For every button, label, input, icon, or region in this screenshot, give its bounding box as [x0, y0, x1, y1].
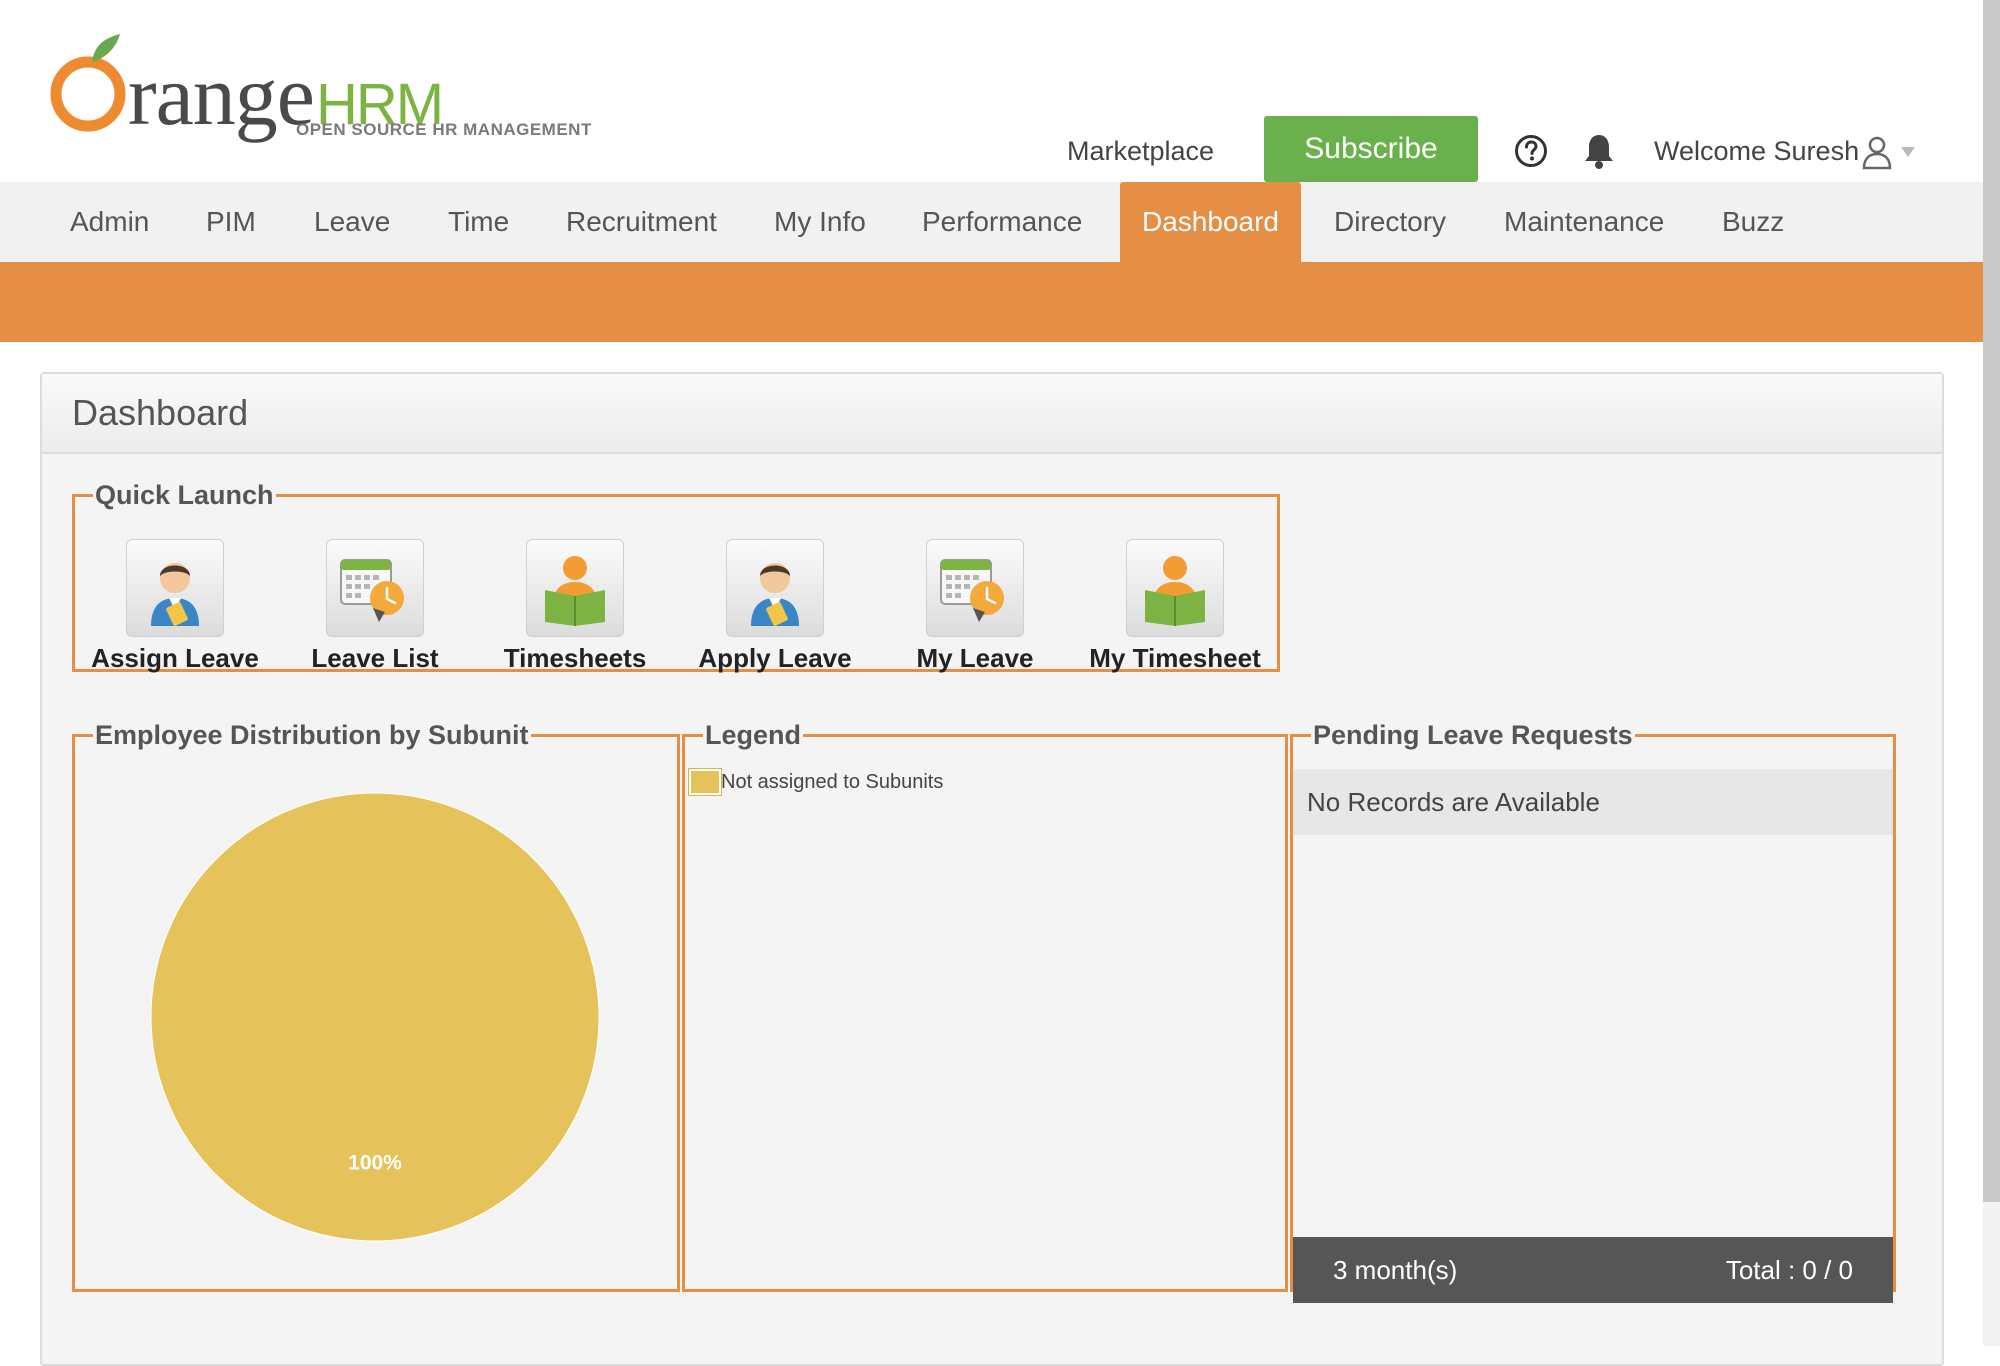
quick-launch-label: My Leave: [916, 643, 1034, 673]
pending-leave-panel: Pending Leave Requests No Records are Av…: [1290, 720, 1896, 1303]
menu-pim[interactable]: PIM: [184, 182, 278, 262]
person-assign-icon: [751, 563, 799, 626]
quick-launch-label: Timesheets: [503, 643, 647, 673]
menu-time[interactable]: Time: [426, 182, 531, 262]
quick-launch-apply-leave[interactable]: Apply Leave: [675, 539, 875, 674]
employee-distribution-panel: Employee Distribution by Subunit 100%: [72, 720, 680, 1292]
person-assign-icon: [151, 563, 199, 626]
employee-distribution-title: Employee Distribution by Subunit: [95, 720, 529, 750]
top-links: Marketplace Subscribe Welcome Suresh: [0, 116, 1983, 184]
page-title: Dashboard: [72, 392, 249, 433]
legend-panel: Legend Not assigned to Subunits: [682, 720, 1288, 1292]
subscribe-button[interactable]: Subscribe: [1264, 116, 1478, 182]
quick-launch-tile[interactable]: [1126, 539, 1224, 637]
quick-launch-leave-list[interactable]: Leave List: [275, 539, 475, 674]
menu-maintenance[interactable]: Maintenance: [1482, 182, 1686, 262]
pending-total: Total : 0 / 0: [1725, 1255, 1853, 1285]
legend-item-label: Not assigned to Subunits: [721, 771, 944, 793]
person-timesheet-icon: [545, 556, 605, 626]
pie-chart[interactable]: 100%: [149, 791, 601, 1243]
quick-launch-tile[interactable]: [526, 539, 624, 637]
legend-title: Legend: [705, 720, 802, 750]
bell-icon[interactable]: [1582, 132, 1616, 170]
scrollbar-thumb[interactable]: [1983, 0, 2000, 1202]
quick-launch-label: Leave List: [311, 643, 439, 673]
menu-recruitment[interactable]: Recruitment: [544, 182, 739, 262]
pending-period: 3 month(s): [1333, 1255, 1458, 1285]
menu-leave[interactable]: Leave: [292, 182, 412, 262]
menu-my-info[interactable]: My Info: [752, 182, 888, 262]
quick-launch-label: My Timesheet: [1089, 643, 1261, 673]
person-timesheet-icon: [1145, 556, 1205, 626]
menu-buzz[interactable]: Buzz: [1700, 182, 1806, 262]
marketplace-link[interactable]: Marketplace: [1067, 136, 1214, 167]
calendar-clock-icon: [340, 559, 404, 622]
welcome-user[interactable]: Welcome Suresh: [1654, 136, 1859, 167]
quick-launch-my-timesheet[interactable]: My Timesheet: [1075, 539, 1275, 674]
quick-launch-label: Assign Leave: [91, 643, 259, 673]
quick-launch-title: Quick Launch: [95, 480, 274, 510]
quick-launch-assign-leave[interactable]: Assign Leave: [75, 539, 275, 674]
quick-launch-timesheets[interactable]: Timesheets: [475, 539, 675, 674]
pending-leave-footer: 3 month(s) Total : 0 / 0: [1293, 1237, 1893, 1303]
quick-launch-tile[interactable]: [126, 539, 224, 637]
no-records-message: No Records are Available: [1293, 769, 1893, 835]
help-icon[interactable]: [1514, 134, 1548, 168]
caret-down-icon[interactable]: [1900, 146, 1916, 158]
menu-performance[interactable]: Performance: [900, 182, 1104, 262]
quick-launch-panel: Quick Launch Assign Leave Leave List Tim…: [72, 480, 1280, 674]
quick-launch-tile[interactable]: [326, 539, 424, 637]
submenu-bar: [0, 262, 1983, 342]
quick-launch-my-leave[interactable]: My Leave: [875, 539, 1075, 674]
dashboard-panel-header: Dashboard: [42, 374, 1942, 454]
main-menu: Admin PIM Leave Time Recruitment My Info…: [0, 182, 1983, 262]
menu-dashboard[interactable]: Dashboard: [1120, 182, 1301, 262]
pie-slice-label: 100%: [348, 1151, 402, 1174]
header: rangeHRM OPEN SOURCE HR MANAGEMENT Marke…: [0, 0, 1983, 182]
quick-launch-tile[interactable]: [926, 539, 1024, 637]
legend-swatch: [688, 768, 722, 796]
calendar-clock-icon: [940, 559, 1004, 622]
menu-admin[interactable]: Admin: [48, 182, 171, 262]
menu-directory[interactable]: Directory: [1312, 182, 1468, 262]
user-icon[interactable]: [1860, 134, 1894, 170]
quick-launch-label: Apply Leave: [698, 643, 852, 673]
quick-launch-tile[interactable]: [726, 539, 824, 637]
pending-leave-title: Pending Leave Requests: [1313, 720, 1633, 750]
